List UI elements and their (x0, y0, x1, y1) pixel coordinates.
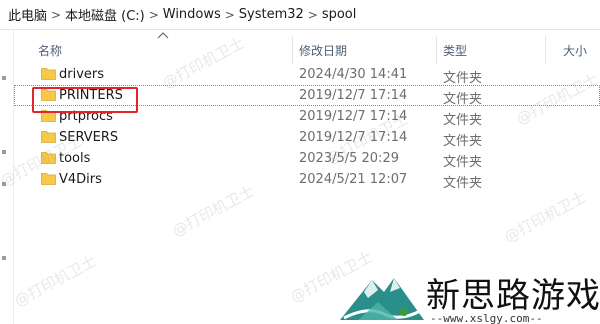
file-type: 文件夹 (443, 113, 483, 128)
breadcrumb-item-local-disk[interactable]: 本地磁盘 (C:) (65, 5, 145, 24)
folder-icon (41, 131, 56, 143)
file-date: 2024/5/21 12:07 (299, 172, 408, 187)
file-date: 2019/12/7 17:14 (299, 109, 408, 124)
file-row[interactable]: V4Dirs 2024/5/21 12:07 文件夹 (14, 169, 600, 191)
column-header-row: 名称 修改日期 类型 大小 (14, 36, 600, 64)
column-header-size[interactable]: 大小 (563, 42, 587, 58)
breadcrumb-item-windows[interactable]: Windows (163, 7, 221, 22)
file-name: drivers (59, 67, 105, 82)
file-type: 文件夹 (443, 176, 483, 191)
watermark-text: @打印机卫士 (501, 187, 590, 247)
tree-marker (2, 256, 6, 260)
breadcrumb-item-spool[interactable]: spool (322, 7, 357, 22)
highlight-annotation (32, 87, 138, 113)
address-bar[interactable]: 此电脑 > 本地磁盘 (C:) > Windows > System32 > s… (0, 0, 600, 30)
column-header-name[interactable]: 名称 (38, 42, 62, 58)
navigation-pane[interactable] (0, 30, 14, 324)
file-name: tools (59, 151, 91, 166)
breadcrumb-item-this-pc[interactable]: 此电脑 (8, 5, 47, 24)
file-row[interactable]: tools 2023/5/5 20:29 文件夹 (14, 148, 600, 170)
file-name: SERVERS (59, 130, 119, 145)
column-divider[interactable] (292, 36, 293, 64)
tree-marker (2, 150, 6, 154)
tree-marker (2, 182, 6, 186)
chevron-right-icon[interactable]: > (304, 8, 322, 22)
file-type: 文件夹 (443, 134, 483, 149)
chevron-right-icon[interactable]: > (145, 8, 163, 22)
file-date: 2024/4/30 14:41 (299, 67, 408, 82)
mountain-logo-icon (340, 278, 424, 320)
file-date: 2019/12/7 17:14 (299, 88, 408, 103)
folder-icon (41, 173, 56, 185)
column-header-type[interactable]: 类型 (443, 42, 467, 58)
folder-icon (41, 68, 56, 80)
watermark-text: @打印机卫士 (11, 251, 100, 311)
chevron-right-icon[interactable]: > (221, 8, 239, 22)
logo-url: --www.xslgy.com-- (430, 312, 543, 324)
folder-icon (41, 152, 56, 164)
file-name: V4Dirs (59, 172, 102, 187)
file-date: 2023/5/5 20:29 (299, 151, 399, 166)
file-list: drivers 2024/4/30 14:41 文件夹 PRINTERS 201… (14, 64, 600, 191)
column-divider[interactable] (545, 36, 546, 64)
file-row[interactable]: drivers 2024/4/30 14:41 文件夹 (14, 64, 600, 86)
breadcrumb-item-system32[interactable]: System32 (239, 7, 304, 22)
file-row[interactable]: SERVERS 2019/12/7 17:14 文件夹 (14, 127, 600, 149)
logo-title: 新思路游戏 (426, 276, 600, 316)
column-divider[interactable] (436, 36, 437, 64)
site-logo: 新思路游戏 --www.xslgy.com-- (338, 262, 600, 324)
file-type: 文件夹 (443, 155, 483, 170)
file-type: 文件夹 (443, 92, 483, 107)
tree-marker (2, 76, 6, 80)
file-type: 文件夹 (443, 71, 483, 86)
column-header-date[interactable]: 修改日期 (299, 42, 347, 58)
file-date: 2019/12/7 17:14 (299, 130, 408, 145)
chevron-right-icon[interactable]: > (47, 8, 65, 22)
